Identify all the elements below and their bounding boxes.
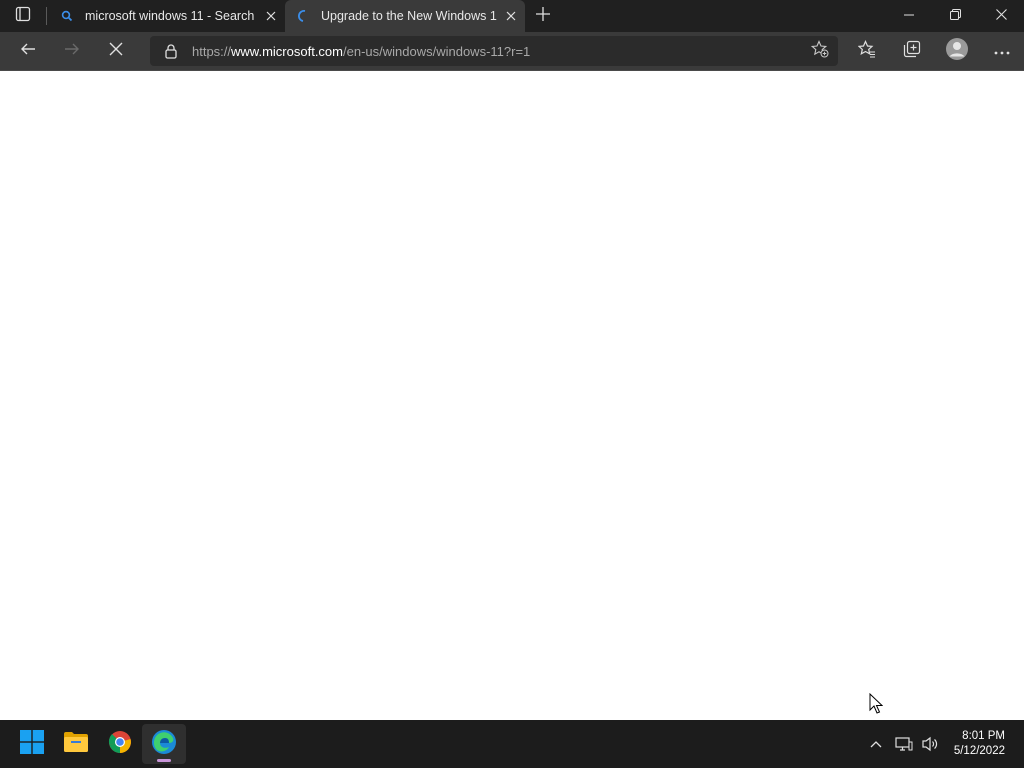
file-explorer-button[interactable]	[54, 724, 98, 764]
url-text[interactable]: https://www.microsoft.com/en-us/windows/…	[192, 44, 802, 59]
favorites-button[interactable]	[844, 34, 889, 68]
clock-time: 8:01 PM	[962, 730, 1005, 742]
tab-actions-button[interactable]	[0, 0, 46, 32]
start-button[interactable]	[10, 724, 54, 764]
forward-arrow-icon	[64, 41, 80, 62]
clock-date: 5/12/2022	[953, 745, 1005, 757]
stop-x-icon	[109, 42, 123, 61]
profile-button[interactable]	[934, 34, 979, 68]
browser-toolbar: https://www.microsoft.com/en-us/windows/…	[0, 32, 1024, 71]
volume-icon[interactable]	[918, 732, 942, 756]
back-arrow-icon	[20, 41, 36, 62]
chrome-button[interactable]	[98, 724, 142, 764]
restore-button[interactable]	[932, 0, 978, 32]
mouse-cursor-icon	[869, 692, 884, 720]
tab-search[interactable]: microsoft windows 11 - Search	[47, 0, 285, 32]
minimize-button[interactable]	[886, 0, 932, 32]
close-icon	[995, 7, 1007, 25]
tab-strip: microsoft windows 11 - Search Upgrade to…	[0, 0, 1024, 32]
close-window-button[interactable]	[978, 0, 1024, 32]
file-explorer-icon	[63, 731, 89, 758]
url-host: www.microsoft.com	[231, 43, 343, 59]
plus-icon	[536, 6, 550, 26]
lock-icon[interactable]	[162, 43, 180, 59]
settings-more-button[interactable]	[979, 34, 1024, 68]
edge-icon	[151, 729, 177, 760]
taskbar: 8:01 PM 5/12/2022	[0, 720, 1024, 768]
minimize-icon	[904, 7, 914, 25]
tab-close-button[interactable]	[497, 2, 525, 30]
address-bar[interactable]: https://www.microsoft.com/en-us/windows/…	[150, 36, 838, 66]
page-content[interactable]	[0, 71, 1024, 720]
tab-title: Upgrade to the New Windows 1	[321, 9, 497, 23]
forward-button[interactable]	[50, 34, 94, 68]
favorites-star-icon	[857, 39, 876, 63]
toolbar-right-group	[844, 34, 1024, 68]
new-tab-button[interactable]	[525, 0, 561, 32]
start-icon	[20, 729, 44, 759]
more-dots-icon	[994, 42, 1010, 60]
tab-title: microsoft windows 11 - Search	[85, 9, 255, 23]
window-controls	[886, 0, 1024, 32]
taskbar-clock[interactable]: 8:01 PM 5/12/2022	[954, 729, 1005, 759]
collections-button[interactable]	[889, 34, 934, 68]
url-path: /en-us/windows/windows-11?r=1	[343, 43, 531, 59]
stop-loading-button[interactable]	[94, 34, 138, 68]
chrome-icon	[108, 730, 132, 759]
loading-spinner-icon	[295, 8, 311, 24]
system-tray: 8:01 PM 5/12/2022	[864, 720, 1024, 768]
url-scheme: https://	[192, 43, 232, 59]
avatar	[945, 37, 969, 66]
network-icon[interactable]	[892, 732, 916, 756]
star-add-icon	[810, 39, 829, 63]
back-button[interactable]	[6, 34, 50, 68]
show-hidden-icons-button[interactable]	[864, 732, 888, 756]
tab-actions-icon	[15, 6, 31, 27]
tab-upgrade-windows[interactable]: Upgrade to the New Windows 1	[285, 0, 525, 32]
active-app-indicator	[157, 759, 171, 762]
search-icon	[59, 8, 75, 24]
restore-icon	[949, 7, 961, 25]
tab-close-button[interactable]	[257, 2, 285, 30]
collections-icon	[903, 40, 921, 63]
add-favorite-button[interactable]	[802, 39, 838, 63]
edge-button[interactable]	[142, 724, 186, 764]
